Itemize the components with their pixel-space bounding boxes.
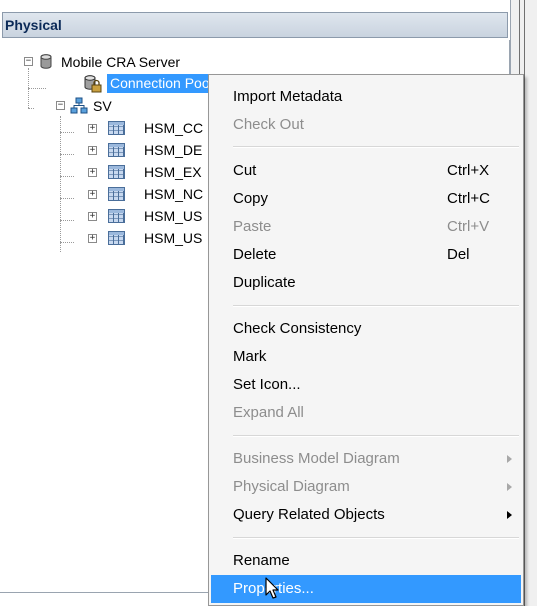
table-icon <box>108 121 125 135</box>
tree-item-label: HSM_NC <box>144 186 204 202</box>
menu-item-label: Rename <box>233 552 290 569</box>
menu-item-label: Import Metadata <box>233 88 343 105</box>
menu-item-label: Cut <box>233 162 257 179</box>
expand-icon[interactable]: + <box>88 212 97 221</box>
mouse-pointer-icon <box>265 577 279 599</box>
panel-title: Physical <box>2 12 508 38</box>
expand-icon[interactable]: + <box>88 190 97 199</box>
tree-item-label: SV <box>93 98 112 114</box>
menu-item-rename[interactable]: Rename <box>211 547 521 575</box>
menu-item-label: Check Out <box>233 116 304 133</box>
menu-item-label: Physical Diagram <box>233 478 350 495</box>
expand-icon[interactable]: + <box>88 146 97 155</box>
menu-item-label: Delete <box>233 246 277 263</box>
menu-item-label: Mark <box>233 348 267 365</box>
expand-icon[interactable]: + <box>88 124 97 133</box>
tree-item-label: Mobile CRA Server <box>61 54 181 70</box>
menu-separator <box>233 146 519 148</box>
splitter-line <box>524 0 525 606</box>
menu-item-label: Business Model Diagram <box>233 450 400 467</box>
tree-item-label: Connection Pool <box>107 74 216 93</box>
tree-item-label: HSM_EX <box>144 164 202 180</box>
tree-item-table[interactable]: + HSM_US <box>0 228 210 248</box>
menu-item-label: Set Icon... <box>233 376 301 393</box>
menu-item-cut[interactable]: Cut Ctrl+X <box>211 157 521 185</box>
menu-item-expand-all[interactable]: Expand All <box>211 399 521 427</box>
menu-item-label: Check Consistency <box>233 320 362 337</box>
schema-icon <box>70 97 88 114</box>
menu-item-mark[interactable]: Mark <box>211 343 521 371</box>
menu-item-shortcut: Ctrl+V <box>447 218 490 235</box>
tree-item-table[interactable]: + HSM_DE <box>0 140 210 160</box>
database-icon <box>40 54 52 69</box>
menu-item-shortcut: Del <box>447 246 470 263</box>
tree-item-schema[interactable]: − SV <box>0 96 200 116</box>
connection-pool-icon <box>84 75 102 93</box>
table-icon <box>108 187 125 201</box>
menu-item-label: Duplicate <box>233 274 296 291</box>
menu-item-check-out[interactable]: Check Out <box>211 111 521 139</box>
menu-item-copy[interactable]: Copy Ctrl+C <box>211 185 521 213</box>
menu-item-query-related-objects[interactable]: Query Related Objects <box>211 501 521 529</box>
collapse-icon[interactable]: − <box>24 57 33 66</box>
submenu-arrow-icon <box>507 483 512 491</box>
tree-item-table[interactable]: + HSM_NC <box>0 184 210 204</box>
menu-separator <box>233 305 519 307</box>
menu-item-label: Expand All <box>233 404 304 421</box>
menu-item-import-metadata[interactable]: Import Metadata <box>211 83 521 111</box>
submenu-arrow-icon <box>507 511 512 519</box>
menu-item-physical-diagram[interactable]: Physical Diagram <box>211 473 521 501</box>
submenu-arrow-icon <box>507 455 512 463</box>
expand-icon[interactable]: + <box>88 234 97 243</box>
menu-item-shortcut: Ctrl+X <box>447 162 490 179</box>
menu-item-properties[interactable]: Properties... <box>211 575 521 603</box>
table-icon <box>108 209 125 223</box>
menu-item-check-consistency[interactable]: Check Consistency <box>211 315 521 343</box>
table-icon <box>108 165 125 179</box>
menu-item-label: Query Related Objects <box>233 506 385 523</box>
menu-item-set-icon[interactable]: Set Icon... <box>211 371 521 399</box>
menu-item-delete[interactable]: Delete Del <box>211 241 521 269</box>
menu-item-shortcut: Ctrl+C <box>447 190 490 207</box>
tree-item-connection-pool[interactable]: Connection Pool <box>0 74 240 94</box>
tree-item-root[interactable]: − Mobile CRA Server <box>0 52 240 72</box>
tree-item-label: HSM_US <box>144 208 203 224</box>
table-icon <box>108 143 125 157</box>
menu-item-business-model-diagram[interactable]: Business Model Diagram <box>211 445 521 473</box>
context-menu: Import Metadata Check Out Cut Ctrl+X Cop… <box>208 74 524 606</box>
menu-item-paste[interactable]: Paste Ctrl+V <box>211 213 521 241</box>
collapse-icon[interactable]: − <box>56 101 65 110</box>
menu-separator <box>233 537 519 539</box>
menu-item-duplicate[interactable]: Duplicate <box>211 269 521 297</box>
tree-item-table[interactable]: + HSM_CC <box>0 118 210 138</box>
expand-icon[interactable]: + <box>88 168 97 177</box>
menu-separator <box>233 435 519 437</box>
tree-item-label: HSM_CC <box>144 120 204 136</box>
menu-item-label: Paste <box>233 218 272 235</box>
tree-item-table[interactable]: + HSM_EX <box>0 162 210 182</box>
tree-item-label: HSM_DE <box>144 142 203 158</box>
menu-item-label: Copy <box>233 190 269 207</box>
tree-item-table[interactable]: + HSM_US <box>0 206 210 226</box>
tree-item-label: HSM_US <box>144 230 203 246</box>
table-icon <box>108 231 125 245</box>
